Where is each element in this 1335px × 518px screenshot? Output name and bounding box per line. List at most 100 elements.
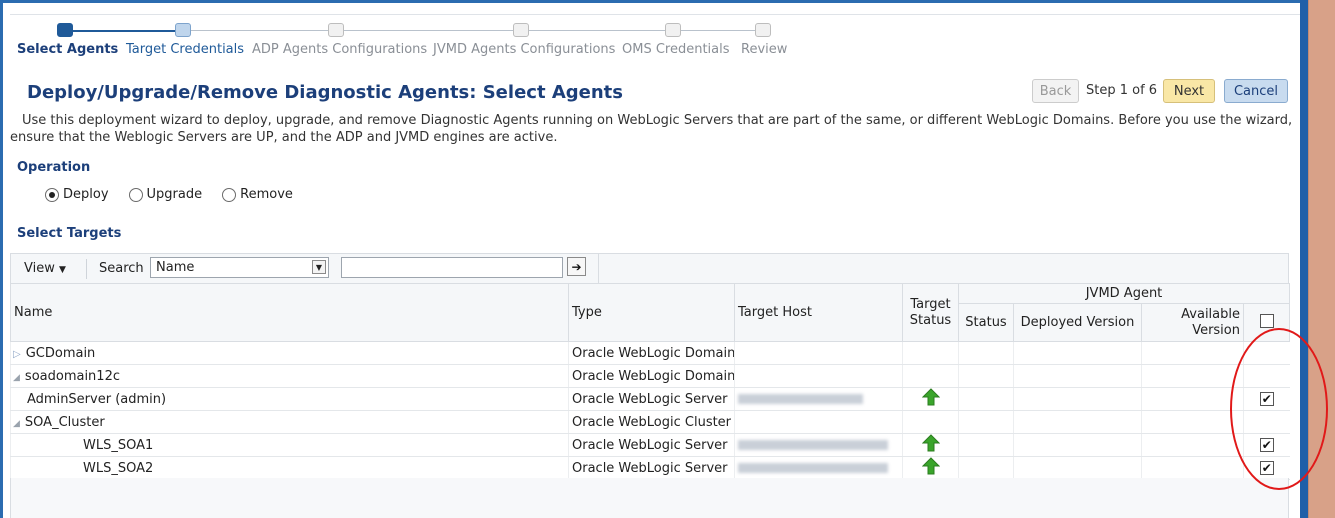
cell-host	[734, 387, 903, 411]
table-toolbar: View ▼ Search Name ▼ ➔	[10, 253, 1289, 284]
train-step-adp-config: ADP Agents Configurations	[252, 42, 428, 57]
train-step-select-agents: Select Agents	[17, 42, 119, 57]
cell-status	[958, 456, 1014, 480]
operation-heading: Operation	[17, 160, 91, 175]
cell-type: Oracle WebLogic Server	[568, 387, 735, 411]
search-input[interactable]	[341, 257, 563, 278]
step-indicator: Step 1 of 6	[1086, 83, 1158, 98]
cell-status	[958, 341, 1014, 365]
cell-status	[958, 364, 1014, 388]
page-title: Deploy/Upgrade/Remove Diagnostic Agents:…	[27, 82, 623, 103]
train-step-target-credentials[interactable]: Target Credentials	[126, 42, 244, 57]
table-row[interactable]: ◢ soadomain12c Oracle WebLogic Domain	[10, 364, 1290, 388]
cell-available-version	[1141, 341, 1244, 365]
radio-button[interactable]	[128, 187, 143, 202]
cell-host	[734, 341, 903, 365]
cell-status	[958, 433, 1014, 457]
target-name[interactable]: AdminServer (admin)	[27, 392, 166, 407]
cancel-button[interactable]: Cancel	[1224, 79, 1288, 103]
cell-deployed-version	[1013, 410, 1142, 434]
cell-status	[958, 410, 1014, 434]
back-button[interactable]: Back	[1032, 79, 1079, 103]
radio-upgrade[interactable]: Upgrade	[128, 187, 203, 202]
search-field-value: Name	[156, 260, 195, 275]
window-frame-left	[0, 0, 3, 518]
col-header-status[interactable]: Status	[958, 303, 1014, 342]
col-header-name[interactable]: Name	[10, 283, 569, 342]
table-row[interactable]: WLS_SOA1 Oracle WebLogic Server ✔	[10, 433, 1290, 457]
train-step-node[interactable]	[175, 23, 191, 37]
search-field-select[interactable]: Name ▼	[150, 257, 329, 278]
col-group-jvmd-agent: JVMD Agent	[957, 283, 1291, 304]
target-name[interactable]: GCDomain	[26, 346, 96, 361]
table-empty-area	[10, 478, 1289, 518]
targets-table: Name Type Target Host Target Status JVMD…	[10, 283, 1291, 480]
cell-type: Oracle WebLogic Domain	[568, 341, 735, 365]
table-row[interactable]: WLS_SOA2 Oracle WebLogic Server ✔	[10, 456, 1290, 480]
cell-host	[734, 456, 903, 480]
cell-deployed-version	[1013, 364, 1142, 388]
cell-target-status	[902, 456, 959, 480]
radio-deploy[interactable]: Deploy	[45, 187, 109, 202]
cell-deployed-version	[1013, 341, 1142, 365]
cell-target-status	[902, 433, 959, 457]
arrow-right-icon: ➔	[571, 259, 582, 274]
target-name[interactable]: SOA_Cluster	[25, 415, 105, 430]
col-header-available-version[interactable]: Available Version	[1141, 303, 1244, 342]
expand-icon[interactable]: ▷	[13, 349, 21, 360]
table-row[interactable]: ▷ GCDomain Oracle WebLogic Domain	[10, 341, 1290, 365]
train-step-node	[328, 23, 344, 37]
radio-label: Remove	[240, 187, 293, 202]
operation-radio-group: Deploy Upgrade Remove	[45, 187, 313, 202]
cell-deployed-version	[1013, 456, 1142, 480]
radio-button[interactable]	[45, 187, 59, 202]
cell-target-status	[902, 341, 959, 365]
radio-remove[interactable]: Remove	[222, 187, 293, 202]
col-header-host[interactable]: Target Host	[734, 283, 903, 342]
cell-name: WLS_SOA1	[10, 433, 569, 457]
collapse-icon[interactable]: ◢	[13, 373, 20, 383]
cell-target-status	[902, 387, 959, 411]
cell-host	[734, 410, 903, 434]
cell-host	[734, 364, 903, 388]
select-all-checkbox[interactable]	[1259, 313, 1274, 328]
table-row[interactable]: AdminServer (admin) Oracle WebLogic Serve…	[10, 387, 1290, 411]
table-row[interactable]: ◢ SOA_Cluster Oracle WebLogic Cluster	[10, 410, 1290, 434]
train-step-node[interactable]	[57, 23, 73, 37]
cell-deployed-version	[1013, 433, 1142, 457]
radio-button[interactable]	[222, 187, 237, 202]
cell-name: ◢ SOA_Cluster	[10, 410, 569, 434]
col-header-target-status[interactable]: Target Status	[902, 283, 959, 342]
col-header-deployed-version[interactable]: Deployed Version	[1013, 303, 1142, 342]
view-menu-button[interactable]: View ▼	[24, 261, 66, 276]
cell-name: AdminServer (admin)	[10, 387, 569, 411]
train-step-review: Review	[741, 42, 788, 57]
host-value-redacted	[738, 394, 863, 404]
chevron-down-icon: ▼	[59, 265, 66, 275]
cell-name: ▷ GCDomain	[10, 341, 569, 365]
toolbar-divider	[598, 254, 599, 284]
cell-name: ◢ soadomain12c	[10, 364, 569, 388]
target-name[interactable]: soadomain12c	[25, 369, 120, 384]
host-value-redacted	[738, 440, 888, 450]
train-step-oms-credentials: OMS Credentials	[622, 42, 730, 57]
search-go-button[interactable]: ➔	[567, 257, 586, 276]
window-frame-top	[0, 0, 1304, 3]
train-step-node	[755, 23, 771, 37]
cell-type: Oracle WebLogic Domain	[568, 364, 735, 388]
train-connector	[72, 30, 182, 32]
radio-label: Upgrade	[146, 187, 203, 202]
target-name[interactable]: WLS_SOA1	[83, 438, 153, 453]
chevron-down-icon[interactable]: ▼	[312, 260, 326, 274]
cell-available-version	[1141, 364, 1244, 388]
select-targets-heading: Select Targets	[17, 226, 122, 241]
cell-status	[958, 387, 1014, 411]
train-step-node	[665, 23, 681, 37]
host-value-redacted	[738, 463, 888, 473]
page-description: Use this deployment wizard to deploy, up…	[10, 113, 1293, 145]
col-header-type[interactable]: Type	[568, 283, 735, 342]
cell-available-version	[1141, 410, 1244, 434]
target-name[interactable]: WLS_SOA2	[83, 461, 153, 476]
collapse-icon[interactable]: ◢	[13, 419, 20, 429]
next-button[interactable]: Next	[1163, 79, 1215, 103]
